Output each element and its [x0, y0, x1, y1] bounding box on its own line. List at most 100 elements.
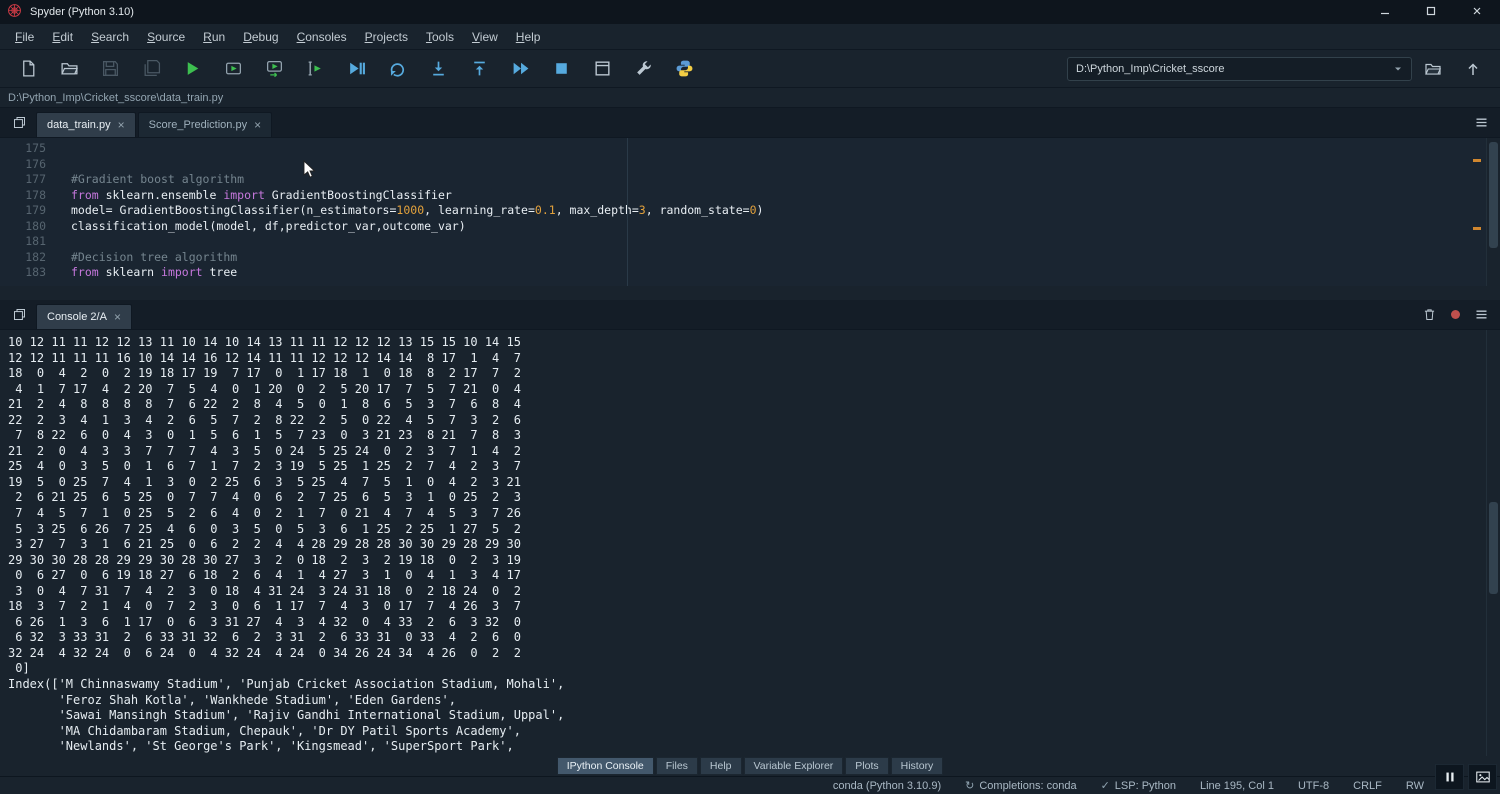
editor-scrollbar-thumb[interactable]: [1489, 142, 1498, 248]
kernel-status-indicator: [1442, 302, 1468, 326]
close-button[interactable]: [1454, 0, 1500, 24]
preferences-button[interactable]: [623, 53, 664, 85]
code-line: 176: [0, 157, 1500, 173]
console-line: 18 3 7 2 1 4 0 7 2 3 0 6 1 17 7 4 3 0 17…: [8, 599, 1500, 615]
pythonpath-button[interactable]: [664, 53, 705, 85]
console-tab[interactable]: Console 2/A ×: [36, 304, 132, 329]
working-directory-combobox[interactable]: D:\Python_Imp\Cricket_sscore: [1067, 57, 1412, 81]
console-options-button[interactable]: [1468, 302, 1494, 326]
line-number: 177: [0, 172, 46, 188]
browse-console-tabs-button[interactable]: [6, 302, 32, 326]
editor-tab-score-prediction-py[interactable]: Score_Prediction.py×: [138, 112, 272, 137]
stop-icon: [552, 59, 571, 78]
line-number: 183: [0, 265, 46, 281]
file-path: D:\Python_Imp\Cricket_sscore\data_train.…: [8, 92, 223, 104]
save-button[interactable]: [90, 53, 131, 85]
line-number: 176: [0, 157, 46, 173]
run-selection-icon: [306, 59, 325, 78]
code-segment: from: [71, 265, 99, 279]
menu-source[interactable]: Source: [138, 26, 194, 48]
editor-tabs: data_train.py×Score_Prediction.py×: [36, 112, 272, 137]
stop-debug-button[interactable]: [541, 53, 582, 85]
menu-edit[interactable]: Edit: [43, 26, 82, 48]
pane-tab-help[interactable]: Help: [700, 757, 742, 776]
menu-run[interactable]: Run: [194, 26, 234, 48]
wrench-icon: [634, 59, 653, 78]
code-line: 183from sklearn import tree: [0, 265, 1500, 281]
debug-icon: [347, 59, 366, 78]
menu-view[interactable]: View: [463, 26, 507, 48]
interpreter-status: conda (Python 3.10.9): [833, 780, 941, 792]
console-line: 6 32 3 33 31 2 6 33 31 32 6 2 3 31 2 6 3…: [8, 630, 1500, 646]
step-into-icon: [429, 59, 448, 78]
close-tab-icon[interactable]: ×: [114, 311, 121, 323]
new-file-button[interactable]: [8, 53, 49, 85]
open-file-button[interactable]: [49, 53, 90, 85]
console-output[interactable]: 10 12 11 11 12 12 13 11 10 14 10 14 13 1…: [0, 330, 1500, 756]
menu-projects[interactable]: Projects: [356, 26, 417, 48]
run-file-button[interactable]: [172, 53, 213, 85]
parent-directory-button[interactable]: [1454, 54, 1492, 84]
working-directory-controls: D:\Python_Imp\Cricket_sscore: [1067, 54, 1492, 84]
console-line: 'Newlands', 'St George's Park', 'Kingsme…: [8, 739, 1500, 755]
maximize-pane-button[interactable]: [582, 53, 623, 85]
remove-console-button[interactable]: [1416, 302, 1442, 326]
breadcrumb: D:\Python_Imp\Cricket_sscore\data_train.…: [0, 88, 1500, 108]
save-all-button[interactable]: [131, 53, 172, 85]
spyder-logo-icon: [7, 3, 22, 21]
pane-tab-variable-explorer[interactable]: Variable Explorer: [744, 757, 844, 776]
continue-button[interactable]: [500, 53, 541, 85]
pane-tab-plots[interactable]: Plots: [845, 757, 888, 776]
run-selection-button[interactable]: [295, 53, 336, 85]
console-scrollbar[interactable]: [1486, 330, 1500, 756]
close-tab-icon[interactable]: ×: [118, 119, 125, 131]
console-line: 4 1 7 17 4 2 20 7 5 4 0 1 20 0 2 5 20 17…: [8, 382, 1500, 398]
debug-file-button[interactable]: [336, 53, 377, 85]
maximize-button[interactable]: [1408, 0, 1454, 24]
minimize-icon: [1379, 5, 1391, 20]
pane-splitter[interactable]: [0, 286, 1500, 300]
browse-directory-button[interactable]: [1414, 54, 1452, 84]
menu-debug[interactable]: Debug: [234, 26, 287, 48]
menu-help[interactable]: Help: [507, 26, 550, 48]
line-number: 182: [0, 250, 46, 266]
code-segment: , random_state=: [646, 203, 750, 217]
minimize-button[interactable]: [1362, 0, 1408, 24]
close-tab-icon[interactable]: ×: [254, 119, 261, 131]
step-return-icon: [470, 59, 489, 78]
pane-tab-ipython-console[interactable]: IPython Console: [557, 757, 654, 776]
menu-consoles[interactable]: Consoles: [288, 26, 356, 48]
pane-tab-files[interactable]: Files: [656, 757, 698, 776]
editor-tab-data-train-py[interactable]: data_train.py×: [36, 112, 136, 137]
close-window-icon: [1471, 5, 1483, 20]
image-button[interactable]: [1468, 764, 1497, 790]
pane-tab-history[interactable]: History: [891, 757, 944, 776]
console-line: 19 5 0 25 7 4 1 3 0 2 25 6 3 5 25 4 7 5 …: [8, 475, 1500, 491]
menu-search[interactable]: Search: [82, 26, 138, 48]
console-scrollbar-thumb[interactable]: [1489, 502, 1498, 594]
run-cell-advance-button[interactable]: [254, 53, 295, 85]
code-editor[interactable]: 175176177#Gradient boost algorithm178fro…: [0, 138, 1500, 286]
code-segment: 3: [639, 203, 646, 217]
console-line: 2 6 21 25 6 5 25 0 7 7 4 0 6 2 7 25 6 5 …: [8, 490, 1500, 506]
step-return-button[interactable]: [459, 53, 500, 85]
editor-scrollbar[interactable]: [1486, 138, 1500, 286]
editor-options-button[interactable]: [1468, 110, 1494, 134]
check-icon: ✓: [1101, 779, 1110, 792]
run-cell-button[interactable]: [213, 53, 254, 85]
line-number: 179: [0, 203, 46, 219]
permissions-status: RW: [1406, 780, 1424, 792]
code-line: 179model= GradientBoostingClassifier(n_e…: [0, 203, 1500, 219]
menu-tools[interactable]: Tools: [417, 26, 463, 48]
completions-status: ↻Completions: conda: [965, 779, 1076, 792]
code-text: classification_model(model, df,predictor…: [46, 219, 466, 235]
step-over-button[interactable]: [377, 53, 418, 85]
console-lines: 10 12 11 11 12 12 13 11 10 14 10 14 13 1…: [8, 335, 1500, 755]
step-into-button[interactable]: [418, 53, 459, 85]
pause-button[interactable]: [1435, 764, 1464, 790]
run-cell-icon: [224, 59, 243, 78]
menu-file[interactable]: File: [6, 26, 43, 48]
console-tabbar: Console 2/A ×: [0, 300, 1500, 330]
chevron-down-icon[interactable]: [1393, 64, 1403, 74]
browse-tabs-button[interactable]: [6, 110, 32, 134]
